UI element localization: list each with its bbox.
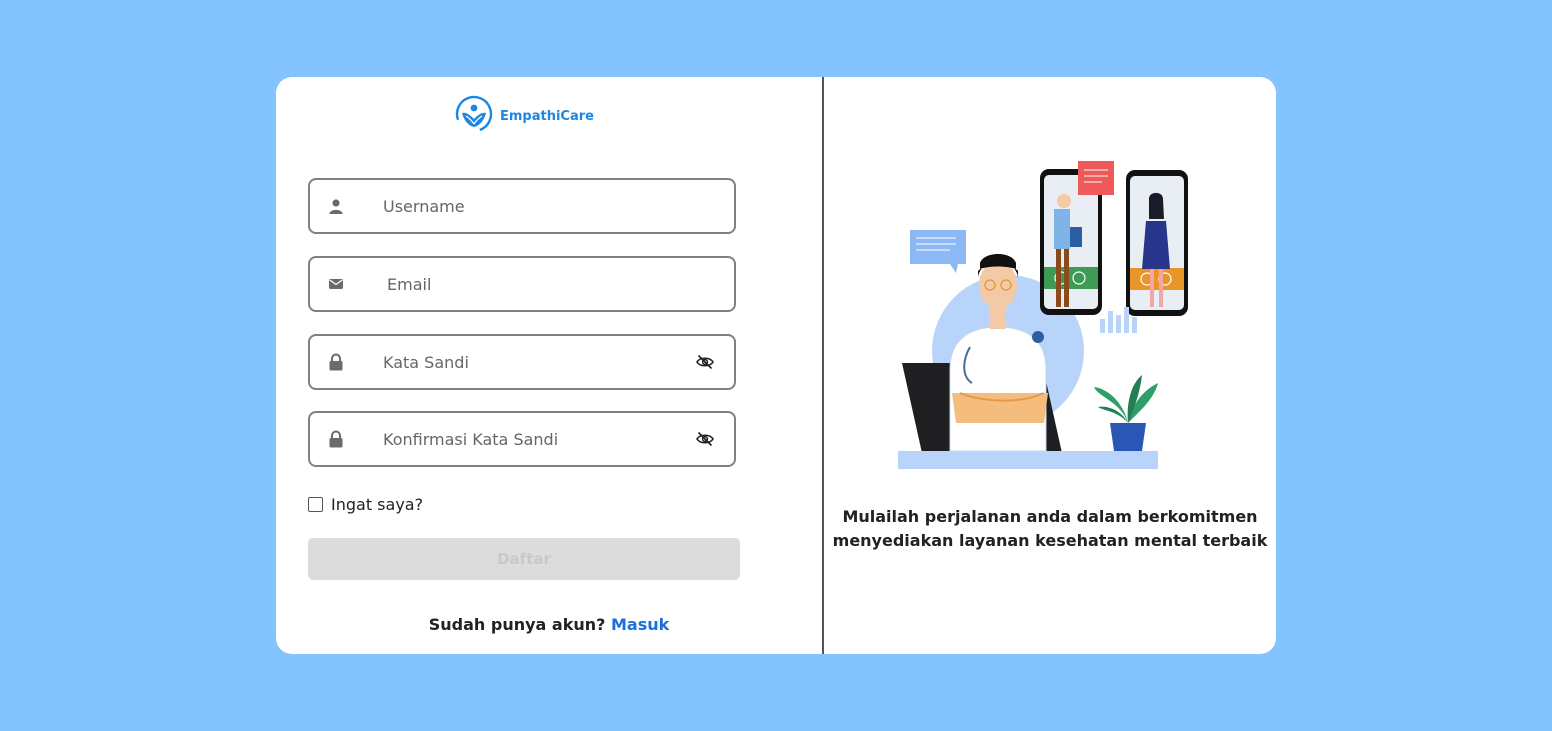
login-prompt: Sudah punya akun? Masuk bbox=[276, 615, 822, 634]
password-placeholder: Kata Sandi bbox=[383, 352, 469, 372]
login-link[interactable]: Masuk bbox=[611, 615, 669, 634]
confirm-password-placeholder: Konfirmasi Kata Sandi bbox=[383, 429, 559, 449]
email-field[interactable]: Email bbox=[308, 256, 736, 312]
tagline: Mulailah perjalanan anda dalam berkomitm… bbox=[824, 505, 1276, 553]
tagline-line-1: Mulailah perjalanan anda dalam berkomitm… bbox=[842, 507, 1258, 526]
eye-off-icon[interactable] bbox=[696, 354, 714, 370]
empathicare-logo-icon bbox=[454, 94, 494, 138]
login-prompt-text: Sudah punya akun? bbox=[428, 615, 606, 634]
video-call-phone-icon bbox=[1040, 161, 1114, 315]
tagline-line-2: menyediakan layanan kesehatan mental ter… bbox=[832, 531, 1268, 550]
brand-logo: EmpathiCare bbox=[454, 94, 594, 138]
confirm-password-field[interactable]: Konfirmasi Kata Sandi bbox=[308, 411, 736, 467]
lock-icon bbox=[328, 430, 344, 448]
remember-label[interactable]: Ingat saya? bbox=[331, 495, 423, 514]
pane-divider bbox=[822, 77, 824, 654]
email-placeholder: Email bbox=[387, 274, 432, 294]
chat-bubble-icon bbox=[910, 230, 966, 273]
telehealth-illustration bbox=[898, 161, 1198, 475]
register-card: EmpathiCare Username Email Kata Sandi Ko… bbox=[276, 77, 1276, 654]
username-field[interactable]: Username bbox=[308, 178, 736, 234]
user-icon bbox=[328, 198, 344, 214]
password-field[interactable]: Kata Sandi bbox=[308, 334, 736, 390]
lock-icon bbox=[328, 353, 344, 371]
remember-me: Ingat saya? bbox=[308, 495, 423, 514]
username-placeholder: Username bbox=[383, 196, 465, 216]
eye-off-icon[interactable] bbox=[696, 431, 714, 447]
brand-name: EmpathiCare bbox=[500, 108, 594, 124]
plant-icon bbox=[1094, 375, 1158, 451]
remember-checkbox[interactable] bbox=[308, 497, 323, 512]
video-call-phone-icon bbox=[1126, 170, 1188, 316]
register-button[interactable]: Daftar bbox=[308, 538, 740, 580]
mail-icon bbox=[328, 276, 344, 292]
